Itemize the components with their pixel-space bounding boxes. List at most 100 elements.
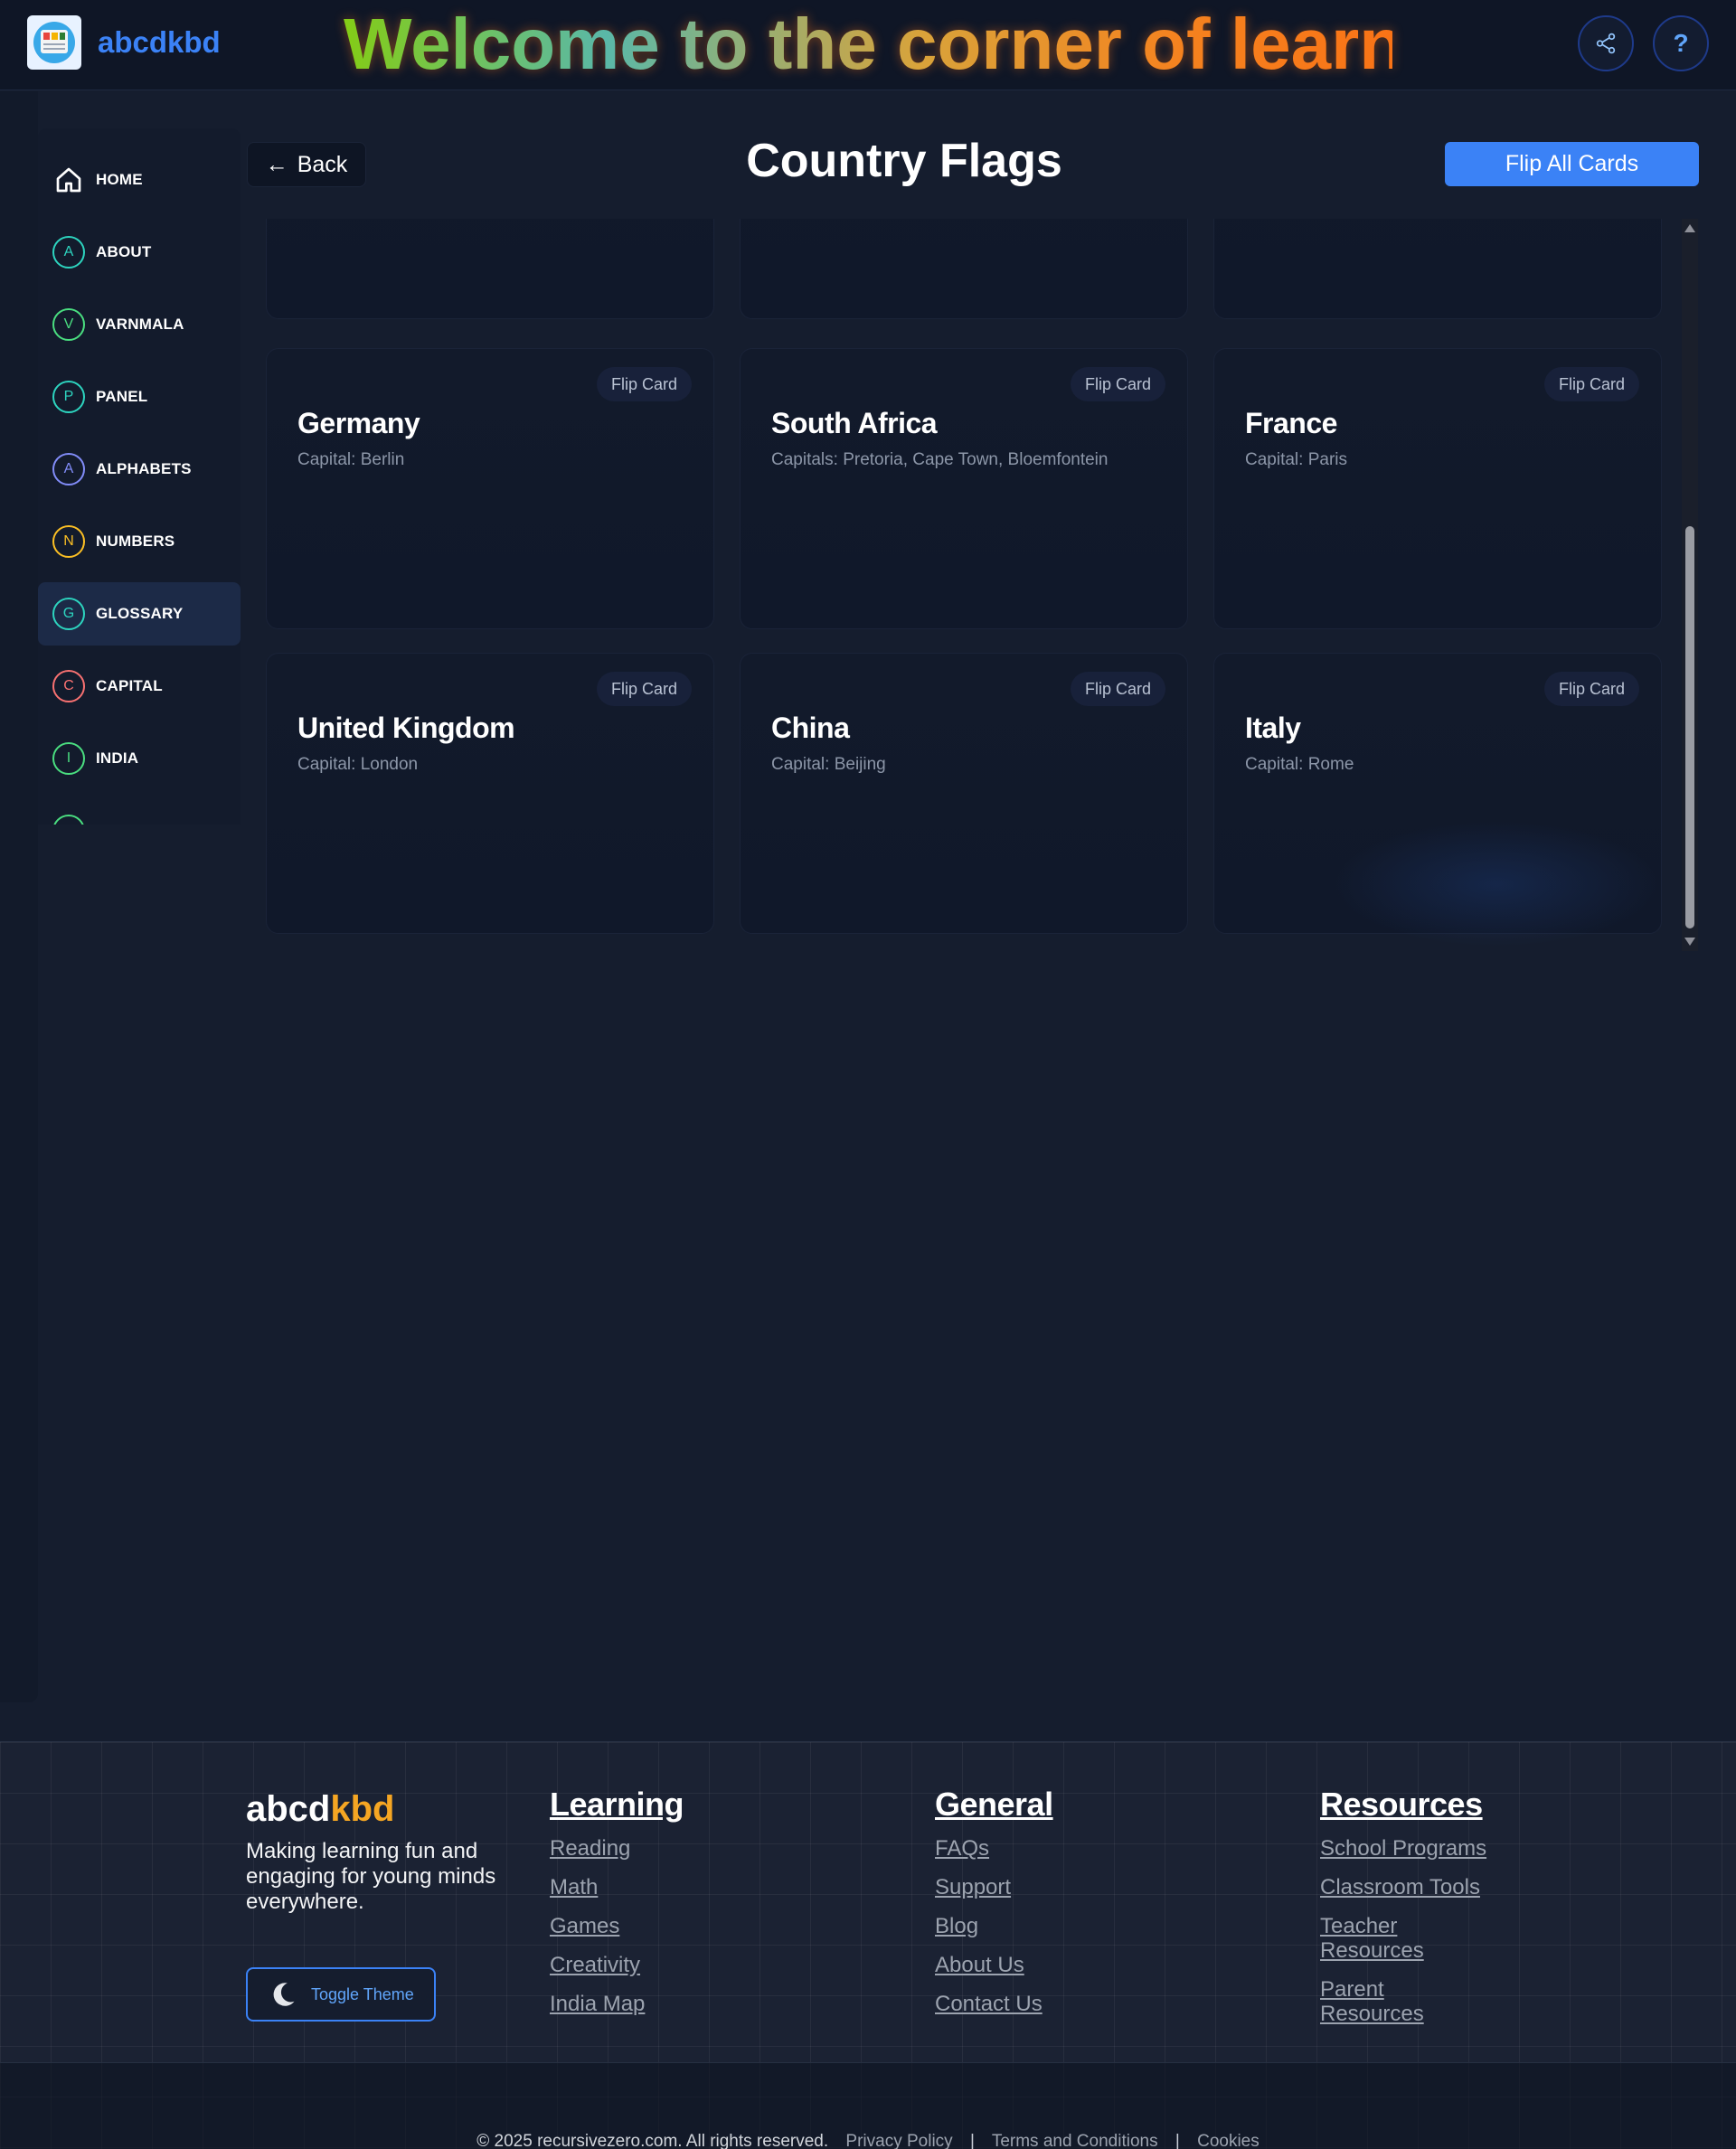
copyright-bar: © 2025 recursivezero.com. All rights res… [0,2132,1736,2149]
scrollbar[interactable] [1682,219,1698,951]
sidebar-item-alphabets[interactable]: A ALPHABETS [38,438,241,501]
footer-link-creativity[interactable]: Creativity [550,1953,731,1977]
footer-brand: abcdkbd [246,1789,394,1830]
footer-resources-title[interactable]: Resources [1320,1786,1501,1824]
country-name: United Kingdom [297,712,515,744]
scroll-up-arrow-icon[interactable] [1684,224,1695,232]
sidebar-item-label: ALPHABETS [96,460,192,477]
sidebar-item-label: GLOSSARY [96,605,184,622]
scroll-down-arrow-icon[interactable] [1684,938,1695,946]
letter-c-icon: C [52,670,85,702]
scroll-thumb[interactable] [1685,526,1694,928]
footer-link-school-programs[interactable]: School Programs [1320,1836,1501,1861]
footer-general-column: General FAQs Support Blog About Us Conta… [935,1786,1116,2031]
legal-separator: | [969,2132,975,2149]
sidebar-item-partial[interactable] [38,799,241,825]
letter-p-icon: P [52,381,85,413]
privacy-policy-link[interactable]: Privacy Policy [845,2132,952,2149]
country-capital: Capital: Beijing [771,755,886,774]
flag-card-germany[interactable]: Flip Card Germany Capital: Berlin [266,348,714,629]
sidebar-item-about[interactable]: A ABOUT [38,221,241,284]
home-icon [56,167,81,193]
sidebar-shell [0,91,38,1702]
sidebar-item-numbers[interactable]: N NUMBERS [38,510,241,573]
footer-link-games[interactable]: Games [550,1914,731,1938]
letter-a-icon: A [52,453,85,485]
back-button[interactable]: ← Back [247,142,366,187]
footer-link-reading[interactable]: Reading [550,1836,731,1861]
flag-card-united-kingdom[interactable]: Flip Card United Kingdom Capital: London [266,653,714,934]
footer-tagline: Making learning fun and engaging for you… [246,1839,496,1914]
country-name: France [1245,407,1337,439]
logo-block-yellow [52,33,58,40]
flip-all-cards-button[interactable]: Flip All Cards [1445,142,1699,186]
letter-icon [52,815,85,825]
welcome-banner: Welcome to the corner of learning [344,4,1513,84]
footer-link-teacher-resources[interactable]: Teacher Resources [1320,1914,1438,1963]
logo-block-red [43,33,50,40]
footer-link-classroom-tools[interactable]: Classroom Tools [1320,1875,1501,1899]
letter-g-icon: G [52,598,85,630]
country-capital: Capital: Paris [1245,450,1347,469]
country-name: South Africa [771,407,938,439]
flip-card-button[interactable]: Flip Card [596,672,692,706]
sidebar-item-label: HOME [96,171,143,188]
footer-resources-column: Resources School Programs Classroom Tool… [1320,1786,1501,2041]
footer-link-about-us[interactable]: About Us [935,1953,1116,1977]
flag-card-france[interactable]: Flip Card France Capital: Paris [1213,348,1662,629]
footer-link-faqs[interactable]: FAQs [935,1836,1116,1861]
share-button[interactable] [1578,15,1634,71]
sidebar-item-home[interactable]: HOME [38,148,241,212]
footer-link-support[interactable]: Support [935,1875,1116,1899]
toggle-theme-label: Toggle Theme [311,1984,414,2003]
sidebar-item-varnmala[interactable]: V VARNMALA [38,293,241,356]
footer-general-title[interactable]: General [935,1786,1116,1824]
country-name: Germany [297,407,420,439]
footer-brand-accent: kbd [330,1789,395,1829]
flag-card-china[interactable]: Flip Card China Capital: Beijing [740,653,1188,934]
logo-block-green [60,33,65,40]
flag-card-south-africa[interactable]: Flip Card South Africa Capitals: Pretori… [740,348,1188,629]
top-header: abcdkbd Welcome to the corner of learnin… [0,0,1736,90]
flag-card[interactable] [266,219,714,319]
flip-card-button[interactable]: Flip Card [1070,367,1165,401]
letter-n-icon: N [52,525,85,558]
country-capital: Capitals: Pretoria, Cape Town, Bloemfont… [771,450,1109,469]
back-arrow-icon: ← [265,151,288,177]
flip-card-button[interactable]: Flip Card [1070,672,1165,706]
card-hover-glow [1334,821,1659,947]
flag-card[interactable] [740,219,1188,319]
country-name: Italy [1245,712,1301,744]
help-button[interactable]: ? [1653,15,1709,71]
sidebar-item-glossary[interactable]: G GLOSSARY [38,582,241,646]
country-name: China [771,712,850,744]
footer-link-blog[interactable]: Blog [935,1914,1116,1938]
flip-card-button[interactable]: Flip Card [1543,672,1639,706]
footer-learning-title[interactable]: Learning [550,1786,731,1824]
copyright-text: © 2025 recursivezero.com. All rights res… [476,2132,829,2149]
terms-link[interactable]: Terms and Conditions [992,2132,1158,2149]
legal-separator: | [1175,2132,1180,2149]
footer-link-math[interactable]: Math [550,1875,731,1899]
sidebar-item-capital[interactable]: C CAPITAL [38,655,241,718]
letter-i-icon: I [52,742,85,775]
sidebar-item-india[interactable]: I INDIA [38,727,241,790]
footer-link-parent-resources[interactable]: Parent Resources [1320,1977,1438,2026]
sidebar-item-panel[interactable]: P PANEL [38,365,241,429]
share-icon [1596,33,1616,54]
toggle-theme-button[interactable]: Toggle Theme [246,1967,436,2022]
flip-card-button[interactable]: Flip Card [596,367,692,401]
flip-card-button[interactable]: Flip Card [1543,367,1639,401]
footer-link-india-map[interactable]: India Map [550,1992,731,2016]
site-logo[interactable] [27,15,81,70]
page-title: Country Flags [746,135,1062,187]
footer-learning-column: Learning Reading Math Games Creativity I… [550,1786,731,2031]
country-capital: Capital: Rome [1245,755,1354,774]
footer: abcdkbd Making learning fun and engaging… [0,1741,1736,2149]
sidebar-item-label: INDIA [96,749,139,767]
footer-link-contact-us[interactable]: Contact Us [935,1992,1116,2016]
flag-card[interactable] [1213,219,1662,319]
cookies-link[interactable]: Cookies [1197,2132,1260,2149]
brand-name[interactable]: abcdkbd [98,25,221,60]
logo-line [43,43,65,45]
